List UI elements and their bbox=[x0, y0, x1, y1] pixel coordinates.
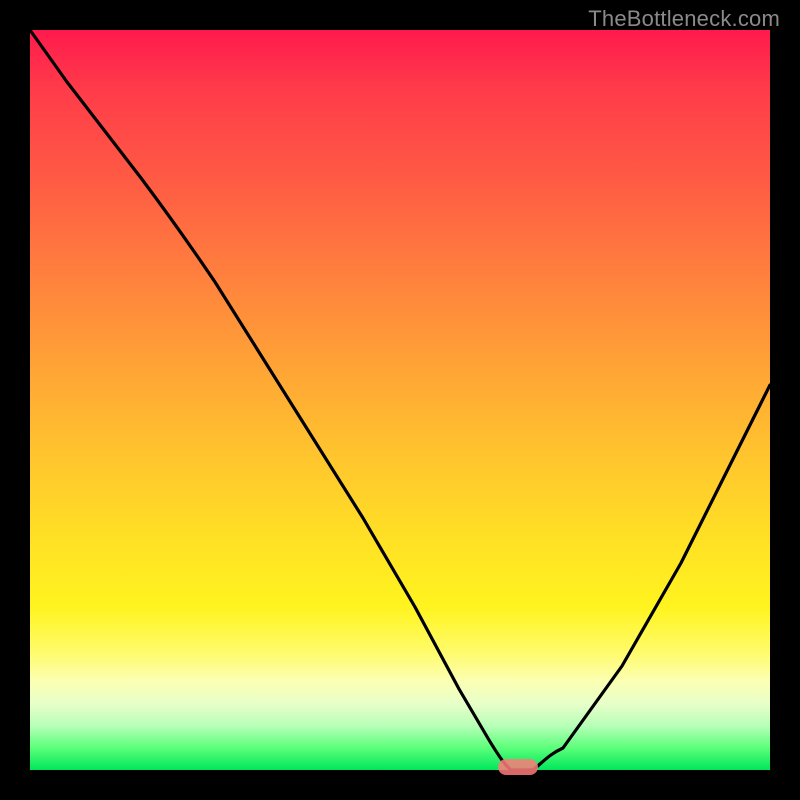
chart-frame: TheBottleneck.com bbox=[0, 0, 800, 800]
bottleneck-curve bbox=[30, 30, 770, 770]
optimal-marker bbox=[498, 759, 538, 775]
watermark-text: TheBottleneck.com bbox=[588, 6, 780, 32]
curve-path bbox=[30, 30, 770, 770]
